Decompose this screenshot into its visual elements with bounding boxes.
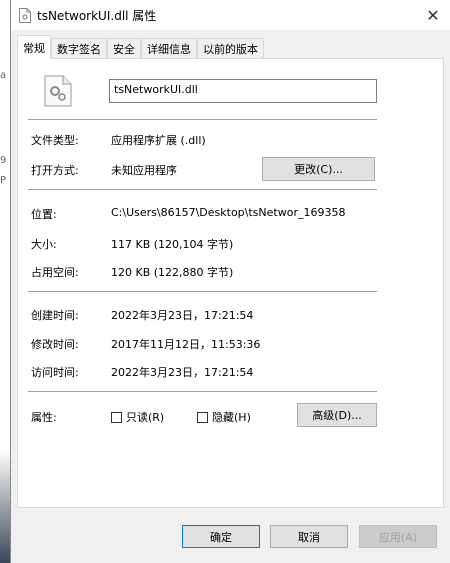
accessed-label: 访问时间: [31,366,79,379]
background-glyph: 9 [0,155,7,166]
background-window-edge: a 9 P [0,0,10,563]
separator [28,391,377,392]
attributes-label: 属性: [31,411,57,424]
tab-security[interactable]: 安全 [107,38,141,59]
file-type-label: 文件类型: [31,134,79,147]
tab-details[interactable]: 详细信息 [141,38,197,59]
separator [28,189,377,190]
dll-gear-icon [44,75,72,107]
file-name-field[interactable]: tsNetworkUI.dll [109,79,377,103]
separator [28,119,377,120]
tab-previous-versions[interactable]: 以前的版本 [197,38,264,59]
file-type-value: 应用程序扩展 (.dll) [111,134,206,147]
close-icon: ✕ [426,5,440,25]
checkbox-box[interactable] [111,411,122,423]
properties-dialog: tsNetworkUI.dll 属性 ✕ 常规 数字签名 安全 详细信息 以前的… [10,0,450,563]
cancel-button[interactable]: 取消 [270,525,348,548]
size-value: 117 KB (120,104 字节) [111,238,234,251]
ok-button[interactable]: 确定 [182,525,260,548]
size-on-disk-value: 120 KB (122,880 字节) [111,266,234,279]
hidden-label: 隐藏(H) [212,411,251,424]
size-label: 大小: [31,238,57,251]
readonly-checkbox[interactable]: 只读(R) [111,409,164,425]
advanced-button[interactable]: 高级(D)... [297,403,377,427]
close-button[interactable]: ✕ [415,0,450,30]
location-value: C:\Users\86157\Desktop\tsNetwor_169358 [111,206,346,219]
modified-value: 2017年11月12日，11:53:36 [111,338,261,351]
dll-file-icon [19,8,31,23]
tab-strip: 常规 数字签名 安全 详细信息 以前的版本 [17,35,264,59]
open-with-label: 打开方式: [31,164,79,177]
size-on-disk-label: 占用空间: [31,266,79,279]
created-value: 2022年3月23日，17:21:54 [111,309,254,322]
modified-label: 修改时间: [31,338,79,351]
apply-button[interactable]: 应用(A) [359,525,437,548]
background-glyph: P [0,175,7,186]
checkbox-box[interactable] [197,411,208,423]
location-label: 位置: [31,208,57,221]
created-label: 创建时间: [31,309,79,322]
readonly-label: 只读(R) [126,411,165,424]
separator [28,291,377,292]
tab-digital-signatures[interactable]: 数字签名 [51,38,107,59]
accessed-value: 2022年3月23日，17:21:54 [111,366,254,379]
general-tab-panel: tsNetworkUI.dll 文件类型: 应用程序扩展 (.dll) 打开方式… [17,58,444,508]
title-bar[interactable]: tsNetworkUI.dll 属性 ✕ [11,0,450,30]
window-title: tsNetworkUI.dll 属性 [37,9,157,23]
open-with-value: 未知应用程序 [111,164,177,177]
background-glyph: a [0,70,7,81]
tab-general[interactable]: 常规 [17,35,51,59]
hidden-checkbox[interactable]: 隐藏(H) [197,409,251,425]
change-button[interactable]: 更改(C)... [262,157,375,181]
